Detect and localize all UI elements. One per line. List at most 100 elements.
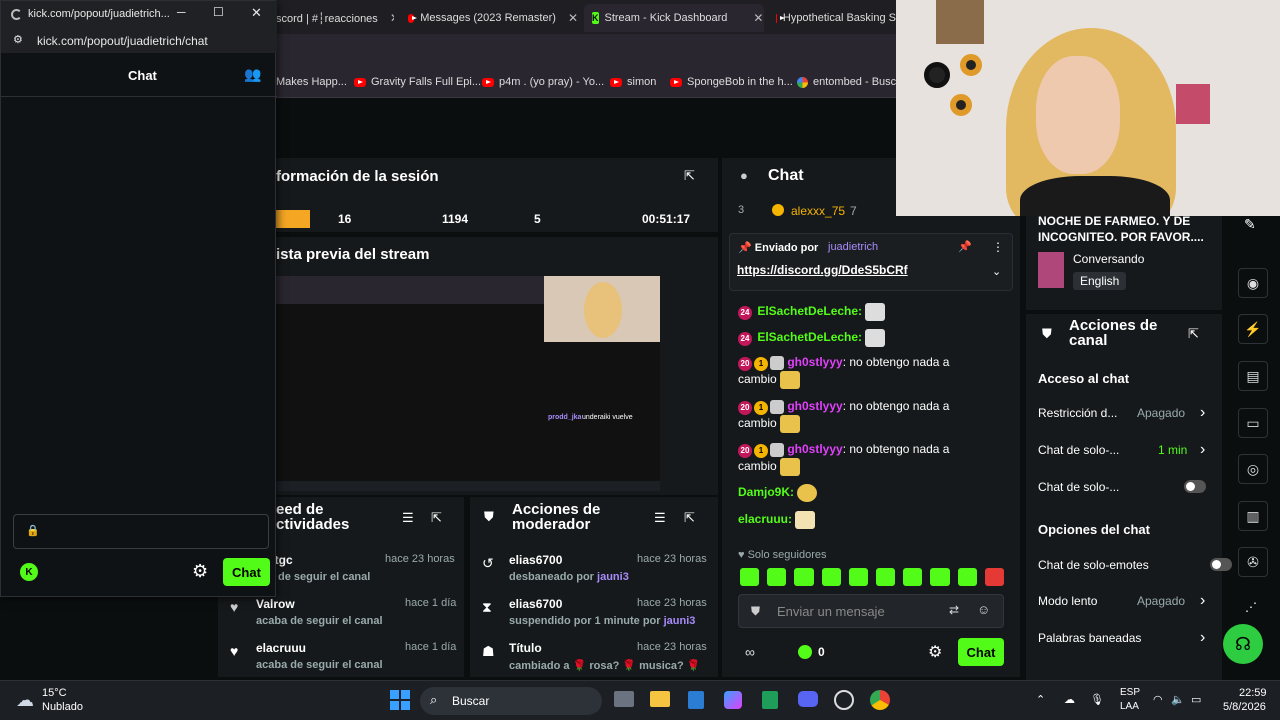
setting-label[interactable]: Restricción d... [1038, 406, 1117, 420]
input-language[interactable]: ESP [1120, 687, 1140, 698]
minimize-icon[interactable]: ─ [177, 5, 186, 19]
gear-icon[interactable]: ⚙ [192, 561, 208, 582]
chat-icon[interactable]: ▭ [1238, 408, 1268, 438]
windows-start-icon[interactable] [390, 690, 410, 710]
expand-icon[interactable]: ⇱ [1188, 326, 1199, 342]
emote-icon[interactable] [876, 568, 896, 586]
emote-icon[interactable] [794, 568, 814, 586]
volume-icon[interactable]: 🔈 [1171, 693, 1185, 706]
close-icon[interactable]: ✕ [568, 11, 578, 25]
maximize-icon[interactable]: ☐ [213, 5, 224, 19]
chevron-right-icon[interactable]: › [1200, 629, 1205, 647]
more-icon[interactable]: ⋮ [992, 240, 1004, 254]
chevron-up-icon[interactable]: ⌃ [1036, 693, 1045, 706]
chat-user[interactable]: Damjo9K: [738, 485, 794, 499]
setting-label[interactable]: Chat de solo-... [1038, 480, 1119, 494]
stream-preview-video[interactable]: prodd_jka underaiki vuelve [276, 276, 660, 491]
chat-user[interactable]: gh0stlyyy [787, 442, 842, 456]
gear-icon[interactable]: ⚙ [928, 642, 942, 662]
mod-by[interactable]: jauni3 [664, 615, 696, 627]
support-icon[interactable]: ☊ [1223, 624, 1263, 664]
word-icon[interactable] [688, 691, 704, 709]
tab-kick-dashboard[interactable]: K Stream - Kick Dashboard ✕ [584, 4, 764, 32]
chat-user[interactable]: gh0stlyyy [787, 399, 842, 413]
pinned-message[interactable]: 📌 Enviado por juadietrich 📌 ⋮ https://di… [729, 233, 1013, 291]
emoji-icon[interactable]: ☺ [977, 602, 990, 617]
discord-icon[interactable] [798, 691, 818, 707]
pinned-link[interactable]: https://discord.gg/DdeS5bCRf [737, 263, 908, 277]
chevron-right-icon[interactable]: › [1200, 592, 1205, 610]
close-icon[interactable]: ✕ [251, 5, 262, 21]
popout-chat-input[interactable]: 🔒 [13, 514, 269, 549]
share-icon[interactable]: ⋰ [1245, 600, 1257, 614]
close-icon[interactable]: ✕ [753, 11, 763, 25]
taskbar-search[interactable]: ⌕ Buscar [420, 687, 602, 715]
chevron-down-icon[interactable]: ⌄ [992, 265, 1001, 278]
microphone-icon[interactable]: 🎙 [1090, 693, 1104, 706]
chat-user[interactable]: elacruuu: [738, 512, 792, 526]
emote-icon[interactable] [984, 568, 1005, 586]
emote-icon[interactable] [957, 568, 977, 586]
pinned-user[interactable]: juadietrich [828, 241, 878, 253]
bookmark-item[interactable]: SpongeBob in the h... [670, 76, 793, 88]
emote-icon[interactable] [903, 568, 923, 586]
cloud-sync-icon[interactable]: ☁ [1064, 693, 1075, 706]
clock-time[interactable]: 22:59 [1239, 687, 1267, 699]
chat-user[interactable]: ElSachetDeLeche: [757, 330, 862, 344]
pin-icon[interactable]: 📌 [958, 240, 972, 253]
send-chat-button[interactable]: Chat [958, 638, 1004, 666]
clock-date[interactable]: 5/8/2026 [1223, 701, 1266, 713]
chrome-icon[interactable] [870, 690, 890, 710]
filter-icon[interactable]: ☰ [654, 510, 666, 526]
filter-icon[interactable]: ☰ [402, 510, 414, 526]
setting-label[interactable]: Chat de solo-... [1038, 443, 1119, 457]
expand-icon[interactable]: ⇱ [431, 510, 442, 526]
excel-icon[interactable] [762, 691, 778, 709]
chevron-right-icon[interactable]: › [1200, 404, 1205, 422]
pencil-icon[interactable]: ✎ [1244, 216, 1256, 233]
chat-input[interactable]: ⛊ Enviar un mensaje ⇄ ☺ [738, 594, 1004, 628]
bookmark-item[interactable]: p4m . (yo pray) - Yo... [482, 76, 604, 88]
leader-user[interactable]: alexxx_75 [791, 204, 845, 218]
setting-label[interactable]: Palabras baneadas [1038, 631, 1141, 645]
emote-icon[interactable] [767, 568, 787, 586]
popout-send-button[interactable]: Chat [223, 558, 270, 586]
battery-icon[interactable]: ▭ [1191, 693, 1201, 706]
mod-by[interactable]: jauni3 [597, 571, 629, 583]
setting-label[interactable]: Modo lento [1038, 594, 1097, 608]
site-settings-icon[interactable]: ⚙ [13, 33, 23, 46]
wrench-icon[interactable]: ✇ [1238, 547, 1268, 577]
bookmark-item[interactable]: simon [610, 76, 656, 88]
users-icon[interactable]: 👥 [244, 66, 261, 83]
wifi-icon[interactable]: ◠ [1153, 693, 1163, 706]
close-icon[interactable]: ✕ [390, 11, 394, 25]
tab-messages[interactable]: Messages (2023 Remaster) ✕ [408, 6, 578, 30]
chat-user[interactable]: gh0stlyyy [787, 355, 842, 369]
file-explorer-icon[interactable] [650, 691, 670, 707]
expand-icon[interactable]: ⇱ [684, 510, 695, 526]
bookmark-item[interactable]: entombed - Busca [797, 76, 902, 88]
setting-toggle[interactable] [1210, 558, 1233, 571]
emote-icon[interactable] [930, 568, 950, 586]
bookmark-item[interactable]: Gravity Falls Full Epi... [354, 76, 481, 88]
expand-icon[interactable]: ⇱ [684, 168, 695, 184]
bookmark-item[interactable]: Makes Happ... [276, 76, 347, 88]
emote-icon[interactable] [821, 568, 841, 586]
camera-icon[interactable]: ◉ [1238, 268, 1268, 298]
emote-icon[interactable] [740, 568, 760, 586]
setting-label[interactable]: Chat de solo-emotes [1038, 558, 1149, 572]
obs-icon[interactable] [834, 690, 854, 710]
kick-logo-icon[interactable]: K [20, 563, 38, 581]
tab-discord[interactable]: scord | #┆reacciones ✕ [276, 6, 394, 30]
popout-address-bar[interactable]: ⚙ kick.com/popout/juadietrich/chat [1, 29, 277, 53]
document-icon[interactable]: ▤ [1238, 361, 1268, 391]
lightning-icon[interactable]: ⚡ [1238, 314, 1268, 344]
chevron-right-icon[interactable]: › [1200, 441, 1205, 459]
translate-icon[interactable]: ⇄ [949, 603, 959, 617]
tab-hypothetical[interactable]: Hypothetical Basking S [776, 6, 896, 30]
setting-toggle[interactable] [1184, 480, 1206, 493]
layout-icon[interactable]: ▥ [1238, 501, 1268, 531]
broadcast-icon[interactable]: ◎ [1238, 454, 1268, 484]
chat-user[interactable]: ElSachetDeLeche: [757, 304, 862, 318]
copilot-icon[interactable] [724, 691, 742, 709]
